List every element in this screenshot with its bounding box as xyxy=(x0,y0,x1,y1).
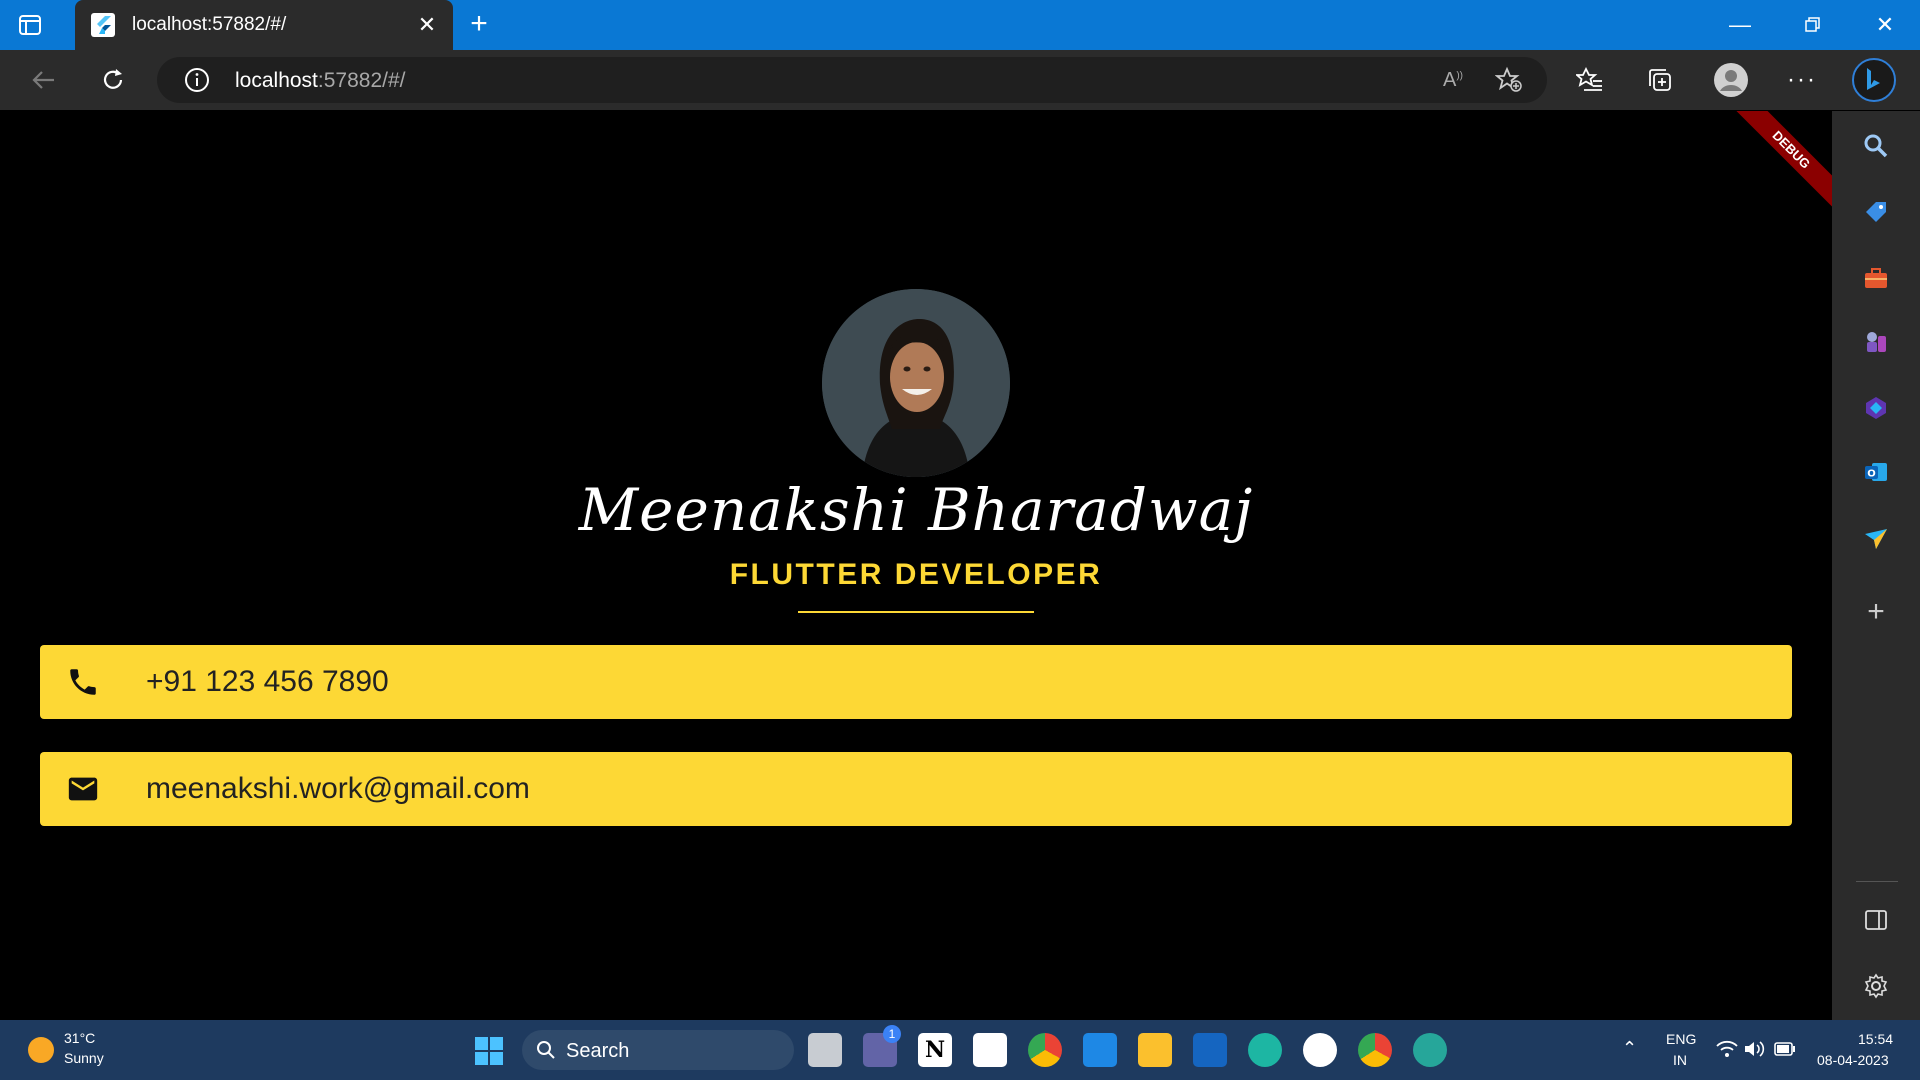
phone-icon xyxy=(66,665,100,699)
minimize-icon[interactable]: — xyxy=(1725,10,1755,40)
tools-briefcase-icon[interactable] xyxy=(1861,263,1891,293)
games-icon[interactable] xyxy=(1861,327,1891,357)
shopping-tag-icon[interactable] xyxy=(1861,197,1891,227)
vscode-icon[interactable] xyxy=(1083,1033,1117,1067)
chrome-icon[interactable] xyxy=(1028,1033,1062,1067)
chevron-up-icon[interactable]: ⌃ xyxy=(1622,1038,1637,1059)
wifi-icon[interactable] xyxy=(1716,1040,1738,1063)
tab-actions-icon[interactable] xyxy=(18,13,42,37)
sun-icon[interactable] xyxy=(28,1037,54,1063)
site-info-icon[interactable] xyxy=(181,64,213,96)
weather-condition[interactable]: Sunny xyxy=(64,1050,104,1066)
search-icon[interactable] xyxy=(1861,131,1891,161)
url-text[interactable]: localhost:57882/#/ xyxy=(235,69,405,93)
email-icon xyxy=(66,772,100,806)
add-favorite-icon[interactable] xyxy=(1493,64,1525,96)
profile-name: Meenakshi Bharadwaj xyxy=(578,476,1254,544)
send-drop-icon[interactable] xyxy=(1861,523,1891,553)
address-bar[interactable]: localhost:57882/#/ A)) xyxy=(157,57,1547,103)
clock-time[interactable]: 15:54 xyxy=(1858,1031,1893,1047)
tab-title: localhost:57882/#/ xyxy=(132,14,287,35)
battery-icon[interactable] xyxy=(1774,1042,1796,1061)
phone-card[interactable]: +91 123 456 7890 xyxy=(40,645,1792,719)
taskbar-search[interactable]: Search xyxy=(522,1030,794,1070)
copilot-icon[interactable] xyxy=(1861,393,1891,423)
region-indicator[interactable]: IN xyxy=(1673,1052,1687,1068)
collections-icon[interactable] xyxy=(1644,64,1676,96)
file-explorer-icon[interactable] xyxy=(1138,1033,1172,1067)
browser-title-bar: localhost:57882/#/ ✕ + — ✕ xyxy=(0,0,1920,50)
app-icon[interactable] xyxy=(1303,1033,1337,1067)
favorites-icon[interactable] xyxy=(1574,64,1606,96)
edge-sidebar: O + xyxy=(1832,111,1920,1020)
taskbar-search-label: Search xyxy=(566,1040,630,1062)
phone-number: +91 123 456 7890 xyxy=(146,665,389,698)
add-sidebar-app-icon[interactable]: + xyxy=(1861,595,1891,628)
edge-icon[interactable] xyxy=(1413,1033,1447,1067)
search-icon xyxy=(536,1040,556,1065)
browser-tab[interactable]: localhost:57882/#/ ✕ xyxy=(75,0,453,50)
restore-icon[interactable] xyxy=(1798,10,1828,40)
debug-banner: DEBUG xyxy=(1730,111,1832,211)
profile-role: FLUTTER DEVELOPER xyxy=(729,558,1103,591)
gear-icon[interactable] xyxy=(1861,971,1891,1001)
teams-icon[interactable]: 1 xyxy=(863,1025,901,1067)
hide-sidebar-icon[interactable] xyxy=(1861,905,1891,935)
language-indicator[interactable]: ENG xyxy=(1666,1031,1696,1047)
flutter-favicon-icon xyxy=(91,13,115,37)
chrome-icon[interactable] xyxy=(1358,1033,1392,1067)
close-tab-icon[interactable]: ✕ xyxy=(415,13,439,37)
profile-avatar-icon[interactable] xyxy=(1713,62,1749,98)
notification-badge: 1 xyxy=(883,1025,901,1043)
email-address: meenakshi.work@gmail.com xyxy=(146,772,530,805)
sidebar-divider xyxy=(1856,881,1898,882)
notion-icon[interactable]: N xyxy=(918,1033,952,1067)
windows-start-icon[interactable] xyxy=(474,1036,504,1066)
svg-text:O: O xyxy=(1867,469,1876,480)
more-options-icon[interactable]: ··· xyxy=(1786,64,1818,96)
profile-avatar xyxy=(822,289,1010,477)
windows-taskbar: 31°C Sunny Search 1 N ⌃ ENG IN 15:54 08-… xyxy=(0,1020,1920,1080)
refresh-icon[interactable] xyxy=(97,64,129,96)
outlook-icon[interactable]: O xyxy=(1861,457,1891,487)
volume-icon[interactable] xyxy=(1744,1040,1766,1063)
page-viewport: DEBUG Meenakshi Bharadwaj FLUTTER DEVELO… xyxy=(0,111,1832,1020)
edge-icon[interactable] xyxy=(1248,1033,1282,1067)
bing-copilot-icon[interactable] xyxy=(1852,58,1896,102)
back-icon[interactable] xyxy=(28,64,60,96)
new-tab-button[interactable]: + xyxy=(465,9,493,39)
divider xyxy=(798,611,1034,613)
app-icon[interactable] xyxy=(1193,1033,1227,1067)
clock-date[interactable]: 08-04-2023 xyxy=(1817,1052,1889,1068)
close-window-icon[interactable]: ✕ xyxy=(1870,10,1900,40)
dev-tool-icon[interactable] xyxy=(973,1033,1007,1067)
weather-temperature[interactable]: 31°C xyxy=(64,1030,95,1046)
read-aloud-icon[interactable]: A)) xyxy=(1437,64,1469,96)
task-view-icon[interactable] xyxy=(808,1033,842,1067)
email-card[interactable]: meenakshi.work@gmail.com xyxy=(40,752,1792,826)
browser-toolbar: localhost:57882/#/ A)) ··· xyxy=(0,50,1920,110)
